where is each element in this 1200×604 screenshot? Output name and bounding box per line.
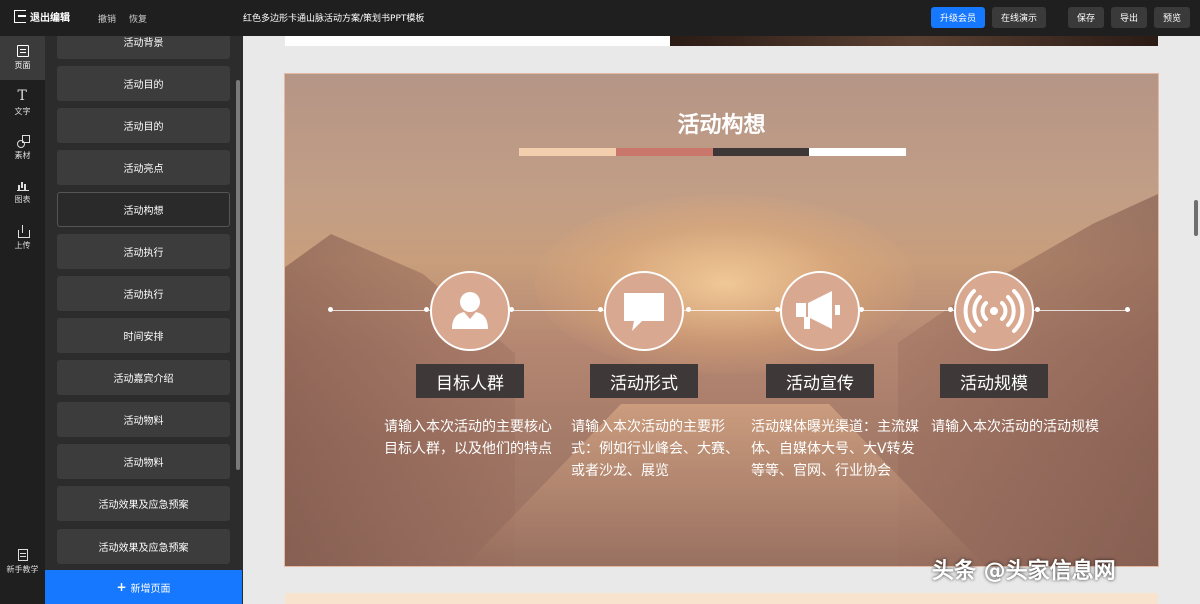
page-thumb[interactable]: 活动执行 (57, 234, 230, 269)
color-segment (615, 148, 713, 156)
undo-button[interactable]: 撤销 (98, 12, 116, 25)
page-thumb[interactable]: 活动亮点 (57, 150, 230, 185)
plus-icon: + (116, 580, 127, 594)
item-label[interactable]: 活动形式 (590, 364, 698, 398)
connector-dot (424, 307, 429, 312)
shapes-icon (16, 135, 30, 148)
connector-dot (948, 307, 953, 312)
add-page-label: 新增页面 (130, 583, 171, 595)
connector-dot (686, 307, 691, 312)
preview-button[interactable]: 预览 (1154, 7, 1190, 28)
page-thumb[interactable]: 时间安排 (57, 318, 230, 353)
rail-item-label: 文字 (14, 107, 31, 116)
previous-slide-image (670, 36, 1158, 46)
previous-slide-preview[interactable] (285, 36, 1158, 46)
item-description[interactable]: 请输入本次活动的主要形式：例如行业峰会、大赛、或者沙龙、展览 (571, 416, 739, 482)
page-thumb[interactable]: 活动物料 (57, 444, 230, 479)
connector-dot (1035, 307, 1040, 312)
exit-edit-label: 退出编辑 (30, 13, 70, 24)
item-description[interactable]: 请输入本次活动的主要核心目标人群，以及他们的特点 (384, 416, 552, 460)
rail-item-label: 素材 (14, 151, 31, 160)
rail-item-label: 上传 (14, 241, 31, 250)
color-segment (809, 148, 906, 156)
item-description[interactable]: 请输入本次活动的活动规模 (931, 416, 1099, 438)
editor-canvas: 活动构想 目标人群 请输入本次活动的主要核心目标人群，以及他们的特点 活动形式 … (243, 36, 1200, 604)
top-bar: 退出编辑 撤销 恢复 红色多边形卡通山脉活动方案/策划书PPT模板 升级会员 在… (0, 0, 1200, 36)
page-thumb[interactable]: 活动背景 (57, 36, 230, 59)
save-button[interactable]: 保存 (1068, 7, 1104, 28)
text-icon (17, 88, 29, 104)
rail-item-label: 图表 (14, 195, 31, 204)
watermark: 头条 @头家信息网 (932, 559, 1116, 584)
rail-item-label: 新手教学 (6, 565, 39, 574)
connector-dot (328, 307, 333, 312)
rail-item-text[interactable]: 文字 (0, 82, 45, 126)
page-icon (16, 45, 29, 57)
page-thumb[interactable]: 活动执行 (57, 276, 230, 311)
canvas-scrollbar[interactable] (1194, 200, 1198, 236)
color-segment (712, 148, 810, 156)
item-label[interactable]: 活动规模 (940, 364, 1048, 398)
page-thumb[interactable]: 活动效果及应急预案 (57, 529, 230, 564)
color-segment (519, 148, 616, 156)
add-page-button[interactable]: + 新增页面 (45, 570, 242, 604)
chat-bubble-icon[interactable] (604, 271, 684, 351)
item-label[interactable]: 目标人群 (416, 364, 524, 398)
page-thumb-active[interactable]: 活动构想 (57, 192, 230, 227)
document-icon (17, 549, 28, 561)
current-slide[interactable]: 活动构想 目标人群 请输入本次活动的主要核心目标人群，以及他们的特点 活动形式 … (285, 74, 1158, 566)
megaphone-icon[interactable] (780, 271, 860, 351)
item-label[interactable]: 活动宣传 (766, 364, 874, 398)
tool-rail: 页面 文字 素材 图表 上传 新手教学 (0, 36, 45, 604)
rail-item-tutorial[interactable]: 新手教学 (0, 540, 45, 584)
rail-item-chart[interactable]: 图表 (0, 170, 45, 214)
connector-dot (598, 307, 603, 312)
slide-title[interactable]: 活动构想 (285, 107, 1158, 139)
document-title[interactable]: 红色多边形卡通山脉活动方案/策划书PPT模板 (243, 11, 424, 24)
rail-item-pages[interactable]: 页面 (0, 36, 45, 80)
exit-icon (14, 10, 26, 23)
page-list-scrollbar[interactable] (236, 80, 240, 470)
item-description[interactable]: 活动媒体曝光渠道：主流媒体、自媒体大号、大V转发等等、官网、行业协会 (751, 416, 919, 482)
next-slide-preview[interactable] (285, 593, 1158, 604)
upload-icon (17, 225, 30, 238)
rail-item-label: 页面 (14, 61, 31, 70)
export-button[interactable]: 导出 (1111, 7, 1147, 28)
page-thumb[interactable]: 活动效果及应急预案 (57, 486, 230, 521)
broadcast-icon[interactable] (954, 271, 1034, 351)
rail-item-material[interactable]: 素材 (0, 126, 45, 170)
exit-edit-button[interactable]: 退出编辑 (14, 9, 70, 24)
connector-dot (1125, 307, 1130, 312)
bar-chart-icon (16, 179, 29, 191)
page-thumb[interactable]: 活动嘉宾介绍 (57, 360, 230, 395)
user-icon[interactable] (430, 271, 510, 351)
title-color-bar (519, 148, 906, 156)
page-thumb[interactable]: 活动物料 (57, 402, 230, 437)
page-list-panel: 活动背景 活动目的 活动目的 活动亮点 活动构想 活动执行 活动执行 时间安排 … (45, 36, 243, 604)
page-thumb[interactable]: 活动目的 (57, 66, 230, 101)
page-thumb[interactable]: 活动目的 (57, 108, 230, 143)
online-present-button[interactable]: 在线演示 (992, 7, 1046, 28)
sunset-glow (535, 194, 915, 374)
upgrade-member-button[interactable]: 升级会员 (931, 7, 985, 28)
redo-button[interactable]: 恢复 (129, 12, 147, 25)
rail-item-upload[interactable]: 上传 (0, 216, 45, 260)
